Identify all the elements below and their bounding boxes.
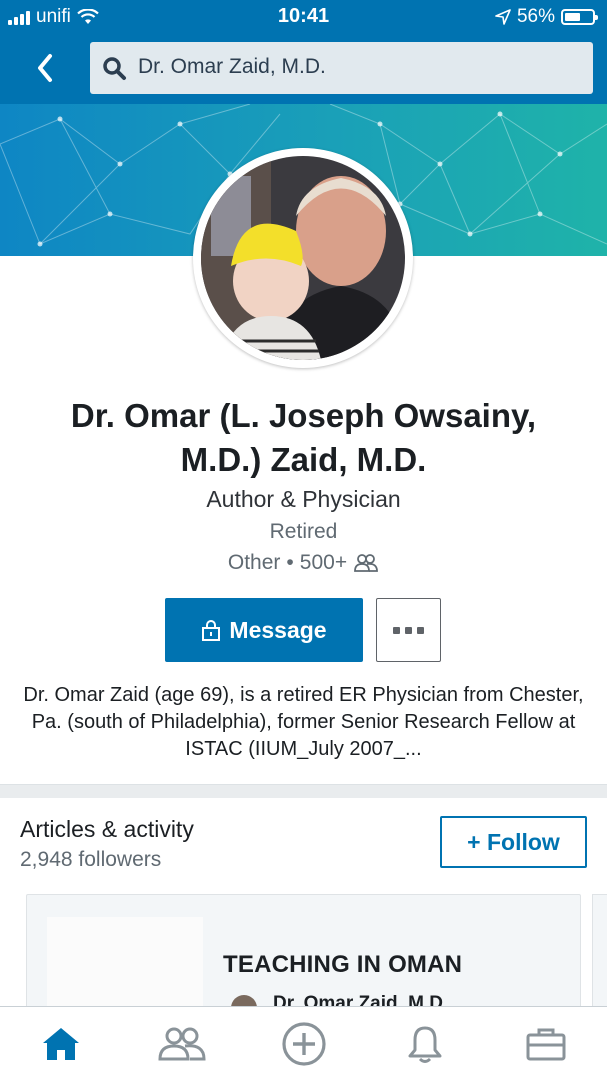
tab-notifications[interactable] xyxy=(364,1007,485,1080)
profile-name: Dr. Omar (L. Joseph Owsainy, M.D.) Zaid,… xyxy=(70,397,537,478)
message-button-label: Message xyxy=(229,616,327,643)
profile-summary[interactable]: Dr. Omar Zaid (age 69), is a retired ER … xyxy=(14,682,593,763)
message-button[interactable]: Message xyxy=(165,598,363,662)
section-divider xyxy=(0,784,607,798)
profile-location: Other xyxy=(227,551,281,574)
more-options-button[interactable] xyxy=(376,598,441,662)
more-dots-icon xyxy=(393,626,400,634)
connections-count[interactable]: 500+ xyxy=(300,551,347,575)
profile-status: Retired xyxy=(269,520,338,543)
tab-my-network[interactable] xyxy=(121,1007,242,1080)
avatar[interactable] xyxy=(193,148,413,368)
search-input[interactable]: Dr. Omar Zaid, M.D. xyxy=(90,42,593,94)
post-icon xyxy=(281,1021,326,1066)
profile-photo xyxy=(201,156,405,360)
battery-percent: 56% xyxy=(516,6,555,27)
search-query: Dr. Omar Zaid, M.D. xyxy=(138,55,326,78)
lock-icon xyxy=(202,620,221,641)
followers-count: 2,948 followers xyxy=(20,848,162,871)
article-title: TEACHING IN OMAN xyxy=(223,951,463,978)
activity-section-title: Articles & activity xyxy=(20,816,194,842)
battery-icon xyxy=(561,9,598,25)
battery-info: 56% xyxy=(495,6,598,28)
search-icon xyxy=(103,57,126,80)
connections-icon xyxy=(354,554,378,572)
notifications-icon xyxy=(408,1026,442,1063)
follow-button[interactable]: + Follow xyxy=(440,816,587,868)
profile-headline: Author & Physician xyxy=(206,486,401,512)
home-icon xyxy=(42,1027,79,1060)
profile-meta: Other • 500+ xyxy=(0,551,607,575)
tab-post[interactable] xyxy=(243,1007,364,1080)
status-bar: unifi 10:41 56% xyxy=(0,0,607,34)
my-network-icon xyxy=(158,1027,206,1060)
location-arrow-icon xyxy=(495,9,511,25)
back-button[interactable] xyxy=(28,48,64,88)
jobs-icon xyxy=(526,1028,566,1060)
tab-jobs[interactable] xyxy=(486,1007,607,1080)
bullet-separator: • xyxy=(286,551,294,574)
nav-bar: Dr. Omar Zaid, M.D. xyxy=(0,34,607,104)
tab-home[interactable] xyxy=(0,1007,121,1080)
bottom-tab-bar xyxy=(0,1006,607,1080)
chevron-left-icon xyxy=(38,54,52,82)
